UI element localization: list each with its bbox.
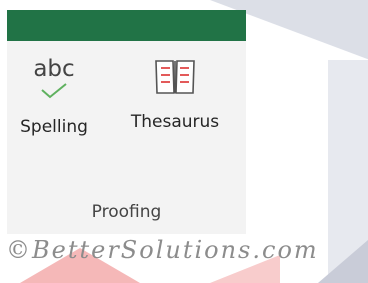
group-label-proofing: Proofing	[91, 202, 162, 222]
ribbon-title-bar	[7, 10, 246, 41]
thesaurus-button[interactable]: Thesaurus	[119, 50, 231, 132]
ribbon-group-proofing: abc Spelling Thesaurus Proofing	[7, 10, 246, 234]
checkmark-icon	[41, 83, 67, 99]
thesaurus-book-icon	[155, 60, 195, 94]
thesaurus-label: Thesaurus	[130, 112, 220, 132]
spelling-label: Spelling	[20, 117, 88, 137]
spelling-button[interactable]: abc Spelling	[15, 50, 93, 137]
spelling-abc-check-icon: abc	[33, 56, 75, 82]
background-shape	[318, 240, 368, 283]
watermark: ©BetterSolutions.com	[6, 236, 319, 264]
